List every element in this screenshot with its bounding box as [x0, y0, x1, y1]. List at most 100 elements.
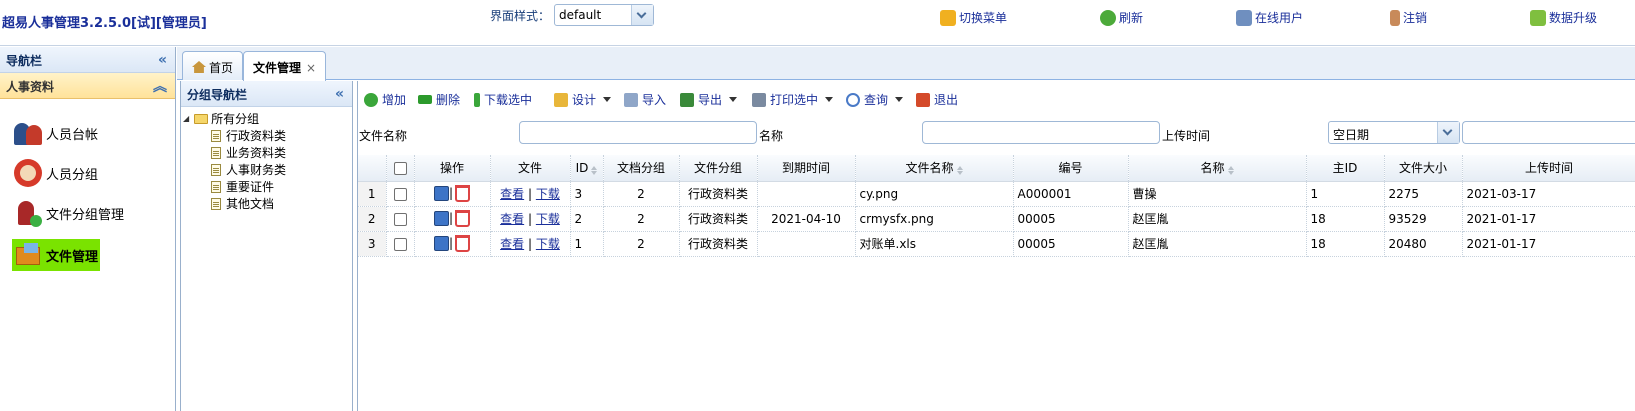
column-header-sortable[interactable]: ID: [570, 155, 604, 182]
design-button[interactable]: 设计: [554, 91, 612, 108]
close-icon[interactable]: ×: [306, 61, 316, 75]
data-upgrade-label: 数据升级: [1549, 11, 1598, 25]
row-actions: |: [414, 181, 491, 207]
tree-expand-icon[interactable]: ◢: [183, 114, 189, 123]
delete-button[interactable]: 删除: [418, 91, 460, 108]
nav-section-personnel[interactable]: 人事资料 ︽: [0, 73, 175, 99]
online-users-button[interactable]: 在线用户: [1236, 9, 1303, 26]
chevron-down-icon[interactable]: [1437, 122, 1459, 143]
tab-file-manage[interactable]: 文件管理 ×: [243, 51, 327, 81]
tree-item-label: 其他文档: [226, 197, 275, 211]
edit-icon[interactable]: [433, 211, 449, 226]
view-link[interactable]: 查看: [500, 187, 524, 201]
folder-icon: [194, 113, 209, 124]
tree-item-label: 重要证件: [226, 180, 275, 194]
file-name-filter-input[interactable]: [519, 121, 757, 144]
table-row[interactable]: 2 | 查看 | 下载 2 2 行政资料类 2021-04-10 crmysfx…: [358, 206, 1635, 232]
file-group-cell: 行政资料类: [679, 181, 758, 207]
people-group-icon: [12, 157, 44, 189]
export-icon: [680, 92, 694, 107]
design-icon: [554, 92, 568, 107]
tree-item[interactable]: 业务资料类: [211, 144, 286, 161]
row-select-cell[interactable]: [386, 231, 415, 257]
download-link[interactable]: 下载: [536, 212, 560, 226]
nav-item-file-manage[interactable]: 文件管理: [12, 239, 101, 271]
export-button[interactable]: 导出: [680, 91, 738, 108]
group-nav-header: 分组导航栏 «: [181, 81, 352, 107]
view-link[interactable]: 查看: [500, 212, 524, 226]
print-selected-label: 打印选中: [770, 93, 819, 107]
row-number: 2: [358, 206, 387, 232]
trash-icon[interactable]: [455, 185, 471, 202]
toolbar: 增加 删除 下载选中 设计 导入 导出 打印选中 查询 退出: [358, 81, 1635, 115]
code-cell: 00005: [1013, 206, 1129, 232]
trash-icon[interactable]: [455, 210, 471, 227]
tree-item[interactable]: 人事财务类: [211, 161, 286, 178]
theme-select[interactable]: default: [554, 4, 654, 26]
refresh-button[interactable]: 刷新: [1100, 9, 1143, 26]
collapse-group-nav-icon[interactable]: «: [335, 86, 344, 102]
exit-button[interactable]: 退出: [916, 91, 958, 108]
edit-icon[interactable]: [433, 236, 449, 251]
data-upgrade-button[interactable]: 数据升级: [1530, 9, 1597, 26]
view-link[interactable]: 查看: [500, 237, 524, 251]
column-header-sortable[interactable]: 名称: [1128, 155, 1307, 182]
nav-item-people-group[interactable]: 人员分组: [12, 157, 98, 189]
delete-label: 删除: [436, 93, 461, 107]
theme-label: 界面样式：: [490, 9, 551, 23]
column-header: 文件分组: [679, 155, 758, 182]
file-group-icon: [12, 197, 44, 229]
switch-menu-button[interactable]: 切换菜单: [940, 9, 1007, 26]
nav-item-file-group[interactable]: 文件分组管理: [12, 197, 124, 229]
column-header-sortable[interactable]: 文件名称: [855, 155, 1014, 182]
collapse-section-icon[interactable]: ︽: [153, 76, 167, 96]
name-filter-input[interactable]: [922, 121, 1160, 144]
download-selected-button[interactable]: 下载选中: [474, 91, 532, 108]
collapse-nav-icon[interactable]: «: [158, 52, 167, 68]
select-all-header[interactable]: [386, 155, 415, 182]
row-actions: |: [414, 231, 491, 257]
add-button[interactable]: 增加: [364, 91, 406, 108]
print-selected-button[interactable]: 打印选中: [752, 91, 834, 108]
grid-header-row: 操作 文件 ID 文档分组 文件分组 到期时间 文件名称 编号 名称 主ID 文…: [358, 155, 1635, 182]
file-manage-icon: [12, 239, 44, 271]
sort-icon: [1227, 166, 1234, 176]
action-separator: |: [448, 211, 454, 225]
chevron-down-icon[interactable]: [631, 5, 653, 25]
table-row[interactable]: 3 | 查看 | 下载 1 2 行政资料类 对账单.xls 00005 赵匡胤 …: [358, 231, 1635, 257]
dropdown-arrow-icon: [729, 97, 738, 102]
document-icon: [211, 146, 221, 159]
trash-icon[interactable]: [455, 235, 471, 252]
tree-item[interactable]: 其他文档: [211, 195, 274, 212]
date-type-select[interactable]: 空日期: [1328, 121, 1460, 144]
row-checkbox[interactable]: [393, 187, 407, 201]
logout-button[interactable]: 注销: [1390, 9, 1427, 26]
row-select-cell[interactable]: [386, 206, 415, 232]
row-checkbox[interactable]: [393, 237, 407, 251]
edit-icon[interactable]: [433, 186, 449, 201]
table-row[interactable]: 1 | 查看 | 下载 3 2 行政资料类 cy.png A000001 曹操 …: [358, 181, 1635, 207]
row-actions: |: [414, 206, 491, 232]
upload-time-filter-input[interactable]: [1462, 121, 1635, 144]
add-label: 增加: [382, 93, 407, 107]
id-cell: 1: [570, 231, 604, 257]
link-separator: |: [527, 187, 533, 201]
size-cell: 2275: [1384, 181, 1463, 207]
tree-item-label: 行政资料类: [226, 129, 287, 143]
row-select-cell[interactable]: [386, 181, 415, 207]
select-all-checkbox[interactable]: [393, 161, 407, 175]
sort-icon: [591, 165, 598, 175]
tab-home[interactable]: 首页: [182, 51, 244, 80]
document-icon: [211, 180, 221, 193]
search-button[interactable]: 查询: [846, 91, 904, 108]
tree-item[interactable]: 行政资料类: [211, 127, 286, 144]
tree-root[interactable]: ◢ 所有分组: [183, 110, 259, 127]
download-link[interactable]: 下载: [536, 237, 560, 251]
tree-item[interactable]: 重要证件: [211, 178, 274, 195]
row-checkbox[interactable]: [393, 212, 407, 226]
download-link[interactable]: 下载: [536, 187, 560, 201]
import-button[interactable]: 导入: [624, 91, 666, 108]
online-users-label: 在线用户: [1255, 11, 1304, 25]
main-content: 增加 删除 下载选中 设计 导入 导出 打印选中 查询 退出 文件名称 名称 上…: [357, 81, 1635, 411]
nav-item-people-ledger[interactable]: 人员台帐: [12, 117, 98, 149]
